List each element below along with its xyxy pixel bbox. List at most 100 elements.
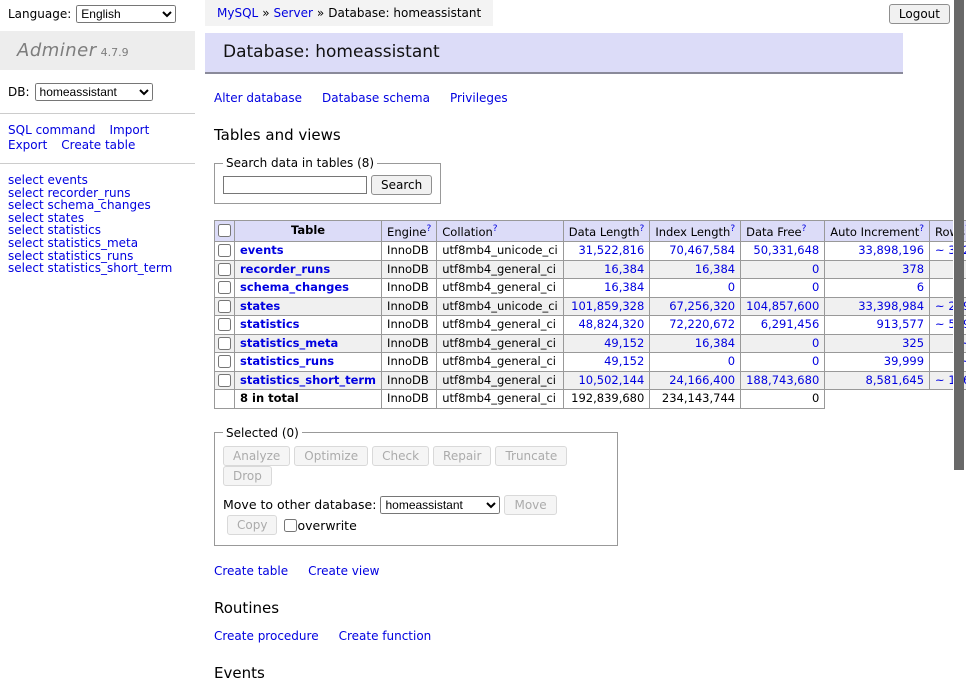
index_length-value-link[interactable]: 24,166,400: [669, 373, 735, 387]
table-name-link[interactable]: statistics_runs: [240, 354, 334, 368]
sidebar-item-statistics-short-term[interactable]: select statistics_short_term: [8, 262, 187, 275]
breadcrumb-server-link[interactable]: Server: [274, 6, 313, 20]
db-nav-links: Alter database Database schema Privileges: [214, 91, 966, 105]
create-procedure-link[interactable]: Create procedure: [214, 629, 319, 643]
auto_increment-value-link[interactable]: 8,581,645: [866, 373, 925, 387]
auto_increment-value-link[interactable]: 39,999: [884, 354, 924, 368]
index_length-value-link[interactable]: 72,220,672: [669, 317, 735, 331]
database-schema-link[interactable]: Database schema: [322, 91, 430, 105]
data_length-value-link[interactable]: 10,502,144: [578, 373, 644, 387]
row-checkbox[interactable]: [218, 374, 231, 387]
db-select[interactable]: homeassistant: [35, 83, 153, 101]
column-help-icon[interactable]: ?: [919, 224, 924, 234]
table-name-link[interactable]: recorder_runs: [240, 262, 330, 276]
scrollbar-thumb[interactable]: [954, 0, 964, 470]
auto_increment-value-link[interactable]: 325: [902, 336, 924, 350]
import-link[interactable]: Import: [109, 123, 149, 137]
sql-command-link[interactable]: SQL command: [8, 123, 95, 137]
truncate-button[interactable]: Truncate: [495, 446, 567, 466]
overwrite-checkbox[interactable]: [284, 519, 297, 532]
table-name-link[interactable]: statistics_meta: [240, 336, 338, 350]
data_length-value-link[interactable]: 31,522,816: [578, 243, 644, 257]
create-table-link[interactable]: Create table: [214, 564, 288, 578]
table-name-link[interactable]: states: [240, 299, 280, 313]
table-name-link[interactable]: statistics: [240, 317, 300, 331]
data_free-value-link[interactable]: 188,743,680: [746, 373, 819, 387]
drop-button[interactable]: Drop: [223, 466, 272, 486]
column-help-icon[interactable]: ?: [730, 224, 735, 234]
row-checkbox-cell: [215, 297, 235, 316]
table-name-link[interactable]: statistics_short_term: [240, 373, 376, 387]
total-checkbox-cell: [215, 390, 235, 409]
create-function-link[interactable]: Create function: [339, 629, 432, 643]
data_length-value-link[interactable]: 101,859,328: [571, 299, 644, 313]
selected-fieldset: Selected (0) AnalyzeOptimizeCheckRepairT…: [214, 426, 618, 546]
data_length-value-link[interactable]: 16,384: [604, 280, 644, 294]
auto_increment-value-link[interactable]: 33,398,984: [858, 299, 924, 313]
move-db-select[interactable]: homeassistant: [380, 496, 500, 514]
data_free-value-link[interactable]: 0: [812, 354, 819, 368]
scrollbar-track[interactable]: [953, 0, 964, 543]
table-name-link[interactable]: schema_changes: [240, 280, 349, 294]
column-help-icon[interactable]: ?: [640, 224, 645, 234]
search-input[interactable]: [223, 176, 367, 194]
row-checkbox[interactable]: [218, 244, 231, 257]
export-link[interactable]: Export: [8, 138, 47, 152]
column-help-icon[interactable]: ?: [493, 224, 498, 234]
repair-button[interactable]: Repair: [433, 446, 491, 466]
check-button[interactable]: Check: [372, 446, 429, 466]
row-checkbox[interactable]: [218, 263, 231, 276]
column-header-collation: Collation?: [437, 221, 564, 242]
sidebar-item-statistics-meta[interactable]: select statistics_meta: [8, 237, 187, 250]
auto_increment-value-link[interactable]: 913,577: [876, 317, 924, 331]
data_free-value-link[interactable]: 0: [812, 336, 819, 350]
auto_increment-value-link[interactable]: 378: [902, 262, 924, 276]
column-help-icon[interactable]: ?: [426, 224, 431, 234]
events-title: Events: [214, 664, 966, 682]
privileges-link[interactable]: Privileges: [450, 91, 508, 105]
index_length-value-link[interactable]: 70,467,584: [669, 243, 735, 257]
sidebar-item-events[interactable]: select events: [8, 174, 187, 187]
breadcrumb-mysql-link[interactable]: MySQL: [217, 6, 258, 20]
data_free-value-link[interactable]: 50,331,648: [753, 243, 819, 257]
index_length-value-link[interactable]: 0: [728, 280, 735, 294]
data_length-value-link[interactable]: 48,824,320: [578, 317, 644, 331]
auto_increment-value-link[interactable]: 33,898,196: [858, 243, 924, 257]
data_length-value-link[interactable]: 16,384: [604, 262, 644, 276]
sidebar-item-schema-changes[interactable]: select schema_changes: [8, 199, 187, 212]
auto_increment-value-link[interactable]: 6: [917, 280, 924, 294]
create-view-link[interactable]: Create view: [308, 564, 379, 578]
row-checkbox[interactable]: [218, 355, 231, 368]
index_length-value-link[interactable]: 16,384: [695, 336, 735, 350]
row-checkbox[interactable]: [218, 318, 231, 331]
table-name-cell: statistics_runs: [235, 353, 382, 372]
data_free-value-link[interactable]: 0: [812, 280, 819, 294]
cell-engine: InnoDB: [382, 260, 437, 279]
move-button[interactable]: Move: [504, 495, 556, 515]
index_length-value-link[interactable]: 67,256,320: [669, 299, 735, 313]
row-checkbox[interactable]: [218, 281, 231, 294]
column-header-label: Collation: [442, 225, 493, 239]
optimize-button[interactable]: Optimize: [294, 446, 368, 466]
row-checkbox[interactable]: [218, 337, 231, 350]
header-checkbox-cell: [215, 221, 235, 242]
select-all-checkbox[interactable]: [218, 224, 231, 237]
index_length-value-link[interactable]: 0: [728, 354, 735, 368]
data_length-value-link[interactable]: 49,152: [604, 336, 644, 350]
data_free-value-link[interactable]: 6,291,456: [761, 317, 820, 331]
index_length-value-link[interactable]: 16,384: [695, 262, 735, 276]
copy-button[interactable]: Copy: [227, 515, 277, 535]
data_free-value-link[interactable]: 0: [812, 262, 819, 276]
search-button[interactable]: Search: [371, 175, 432, 195]
row-checkbox[interactable]: [218, 300, 231, 313]
column-help-icon[interactable]: ?: [802, 224, 807, 234]
language-select[interactable]: English: [76, 5, 176, 23]
data_free-value-link[interactable]: 104,857,600: [746, 299, 819, 313]
data_length-value-link[interactable]: 49,152: [604, 354, 644, 368]
total-collation-cell: utf8mb4_general_ci: [437, 390, 564, 409]
analyze-button[interactable]: Analyze: [223, 446, 290, 466]
create-table-link-sidebar[interactable]: Create table: [61, 138, 135, 152]
alter-database-link[interactable]: Alter database: [214, 91, 302, 105]
logout-button[interactable]: Logout: [889, 4, 950, 24]
table-name-link[interactable]: events: [240, 243, 284, 257]
